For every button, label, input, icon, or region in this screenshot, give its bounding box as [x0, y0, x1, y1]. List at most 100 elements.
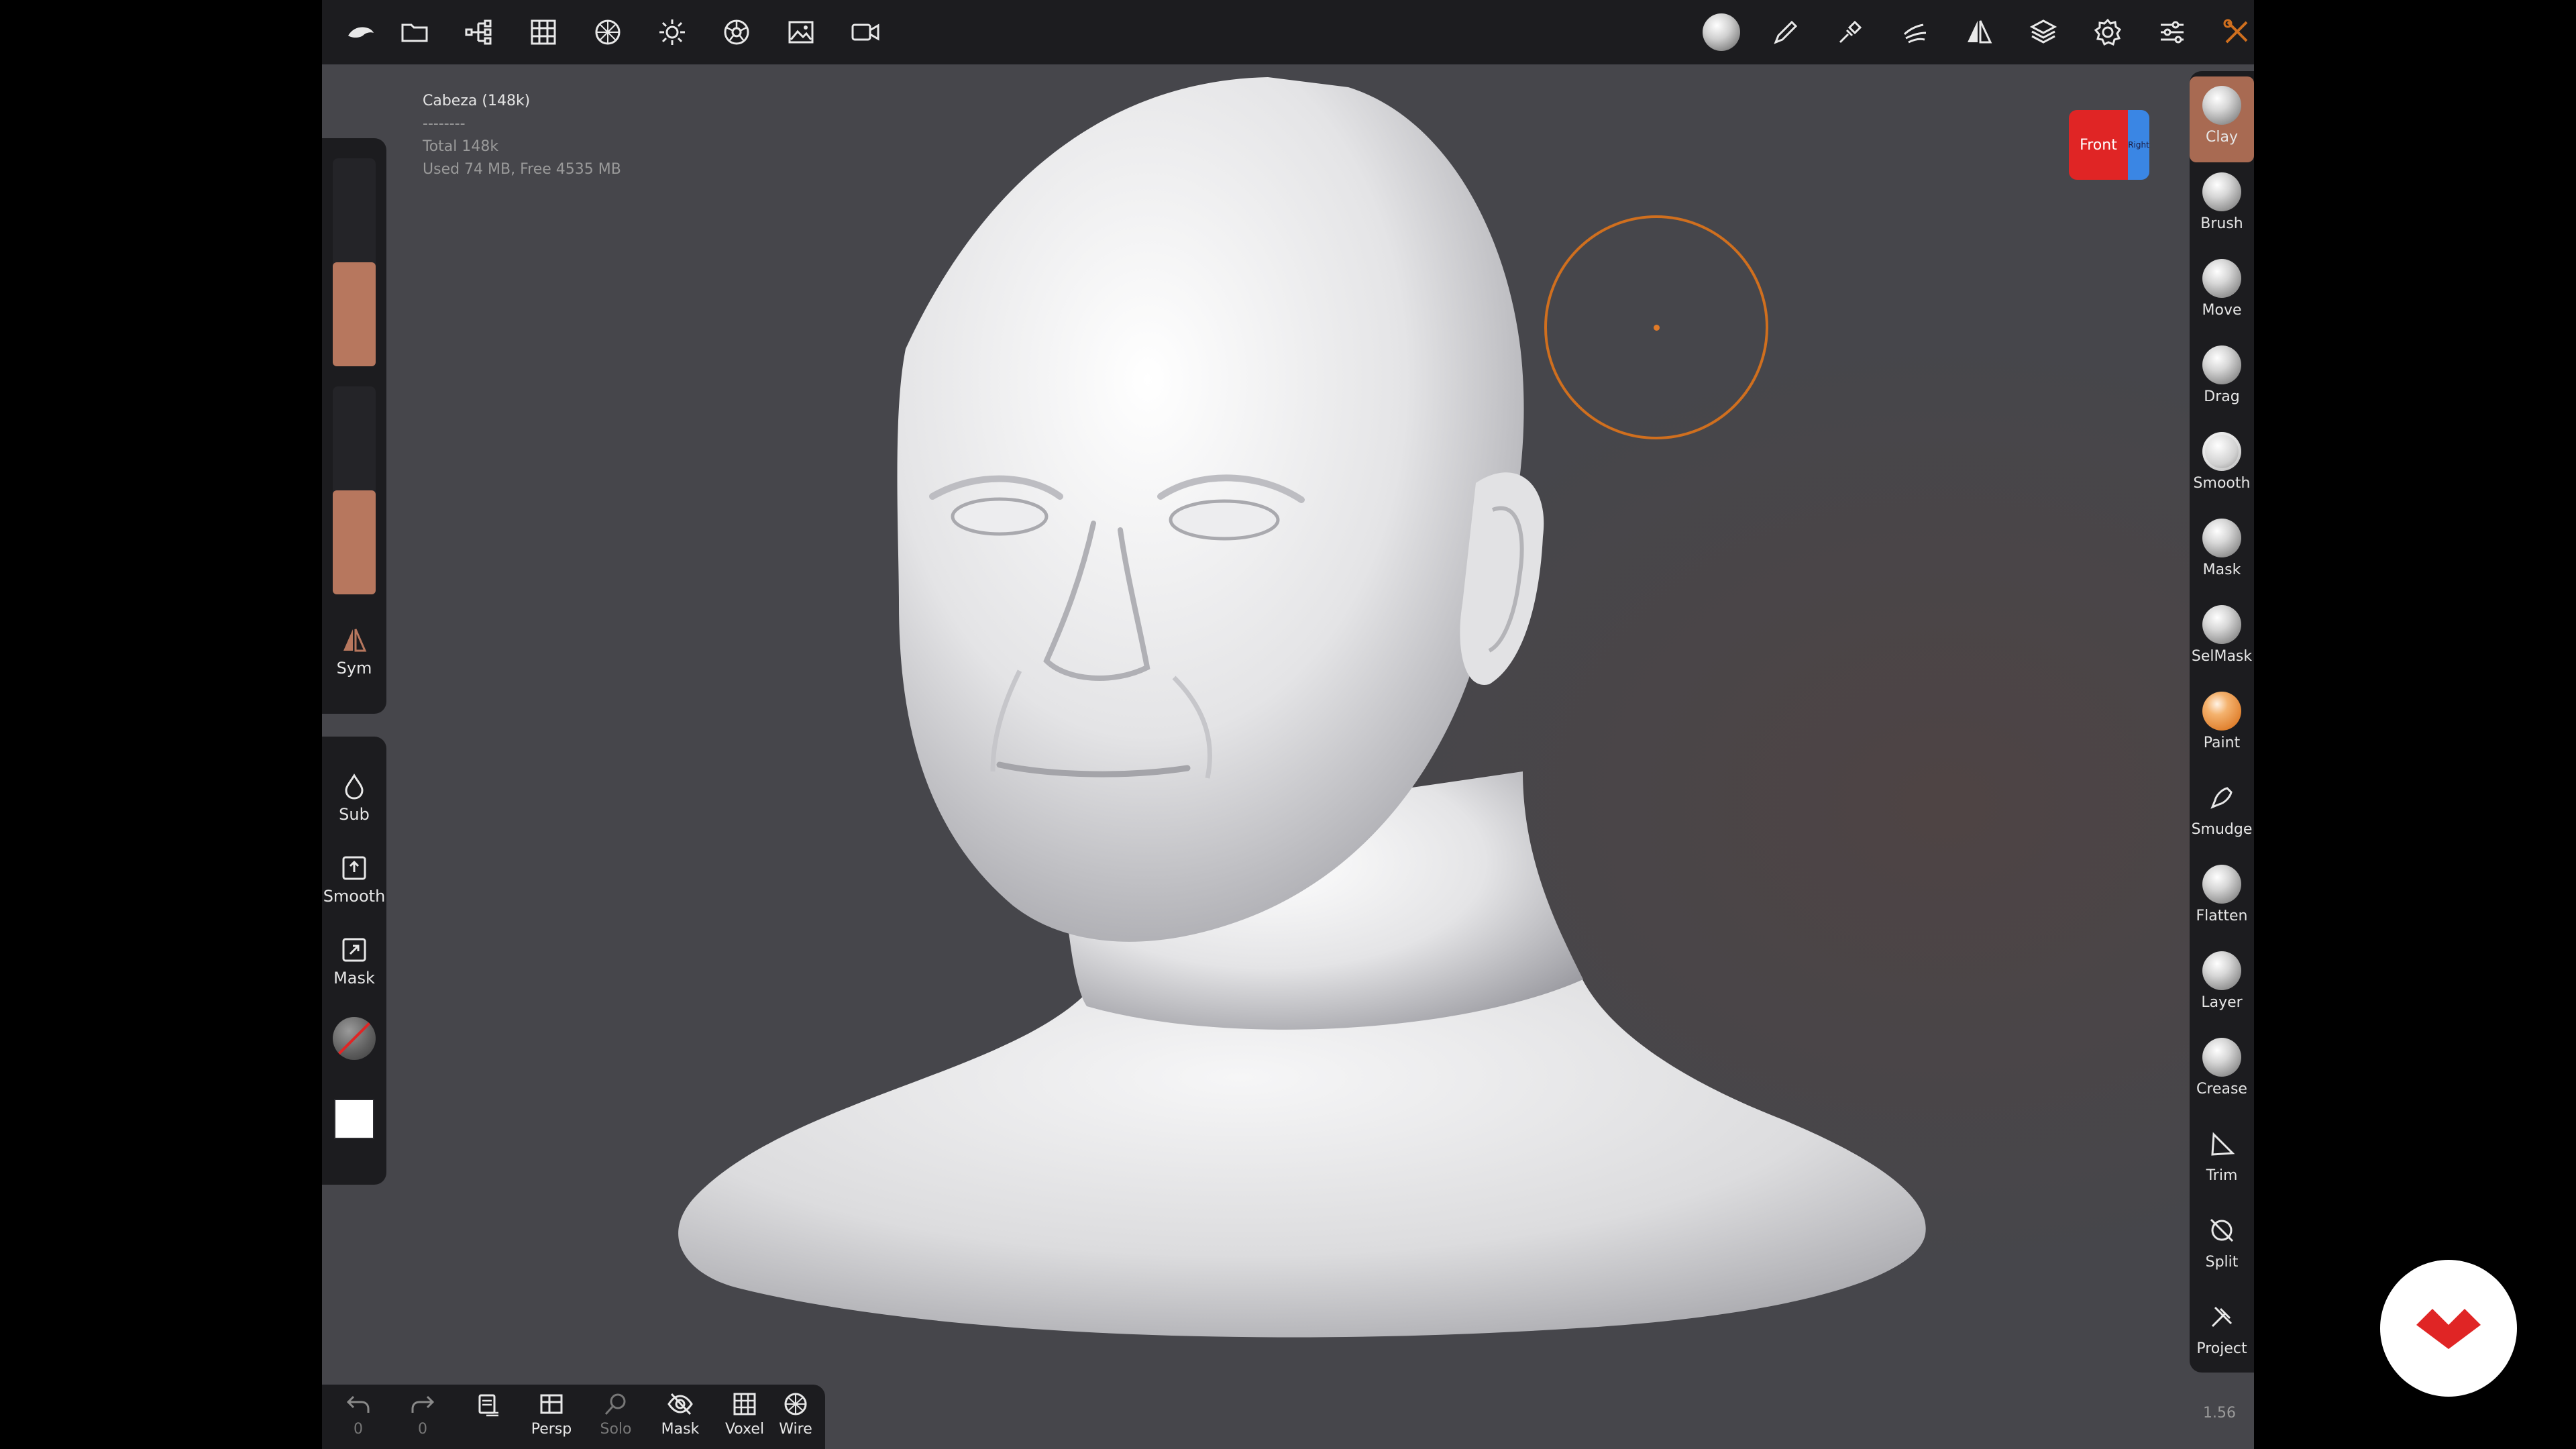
tool-mask[interactable]: Mask	[2190, 509, 2254, 595]
list-menu-icon	[478, 1394, 498, 1417]
eye-slash-icon	[667, 1393, 693, 1415]
object-name: Cabeza (148k)	[423, 93, 531, 109]
tool-label: Drag	[2204, 388, 2240, 405]
top-toolbar	[322, 0, 2254, 64]
tool-label: Smooth	[2193, 475, 2251, 492]
material-icon[interactable]	[716, 12, 757, 52]
settings-icon[interactable]	[2088, 12, 2128, 52]
search-icon	[604, 1393, 626, 1415]
wire-button[interactable]: Wire	[765, 1390, 826, 1449]
wire-label: Wire	[779, 1421, 812, 1438]
tool-brush[interactable]: Brush	[2190, 163, 2254, 249]
clay-icon	[2202, 86, 2241, 125]
tool-drag[interactable]: Drag	[2190, 336, 2254, 422]
selmask-icon	[2202, 605, 2241, 644]
tool-trim[interactable]: Trim	[2190, 1115, 2254, 1201]
mask-icon	[2202, 519, 2241, 557]
mask-toggle-label: Mask	[661, 1421, 700, 1438]
tool-panel: Clay Brush Move Drag Smooth Mask SelMask Paint S…	[2190, 71, 2254, 1373]
solo-button[interactable]: Solo	[585, 1390, 647, 1449]
intensity-slider-fill	[333, 490, 376, 594]
layers-icon[interactable]	[2023, 12, 2063, 52]
material-preview-icon[interactable]	[333, 1017, 376, 1060]
light-icon[interactable]	[652, 12, 692, 52]
redo-count: 0	[418, 1421, 427, 1438]
sym-label: Sym	[336, 659, 372, 678]
left-panel-actions: Sub Smooth Mask	[322, 737, 386, 1185]
nav-cube-front[interactable]: Front	[2069, 110, 2128, 180]
tool-project[interactable]: Project	[2190, 1288, 2254, 1374]
flatten-icon	[2202, 865, 2241, 904]
grid-icon[interactable]	[523, 12, 564, 52]
tool-label: Paint	[2203, 735, 2241, 751]
tool-label: Smudge	[2191, 821, 2253, 838]
smooth-button[interactable]: Smooth	[322, 853, 386, 906]
upload-box-icon	[342, 856, 366, 880]
mask-label: Mask	[333, 969, 375, 987]
left-panel-brush: Sym	[322, 138, 386, 714]
brush-cursor	[1544, 215, 1768, 439]
nomad-sculpt-app: Cabeza (148k) -------- Total 148k Used 7…	[322, 0, 2254, 1449]
tool-label: SelMask	[2191, 648, 2253, 665]
tool-clay[interactable]: Clay	[2190, 76, 2254, 162]
tools-icon[interactable]	[2216, 12, 2254, 52]
nav-cube-right[interactable]: Right	[2128, 110, 2149, 180]
background-image-icon[interactable]	[781, 12, 821, 52]
radius-slider[interactable]	[333, 158, 376, 366]
layer-icon	[2202, 951, 2241, 990]
menu-button[interactable]	[456, 1390, 518, 1449]
tool-label: Project	[2196, 1340, 2247, 1357]
scene-tree-icon[interactable]	[459, 12, 499, 52]
tool-label: Mask	[2202, 561, 2241, 578]
mask-button[interactable]: Mask	[322, 935, 386, 987]
radius-slider-fill	[333, 262, 376, 366]
tool-layer[interactable]: Layer	[2190, 942, 2254, 1028]
material-sphere-icon[interactable]	[1701, 12, 1741, 52]
mask-visibility-button[interactable]: Mask	[649, 1390, 711, 1449]
tool-label: Crease	[2196, 1081, 2247, 1097]
topology-icon[interactable]	[588, 12, 628, 52]
nav-cube[interactable]: Front Right	[2069, 110, 2149, 180]
sym-button[interactable]: Sym	[322, 625, 386, 678]
sliders-icon[interactable]	[2152, 12, 2192, 52]
tool-crease[interactable]: Crease	[2190, 1028, 2254, 1114]
sub-button[interactable]: Sub	[322, 771, 386, 824]
undo-button[interactable]: 0	[327, 1390, 389, 1449]
folder-icon[interactable]	[394, 12, 435, 52]
sub-label: Sub	[339, 805, 370, 824]
tool-move[interactable]: Move	[2190, 250, 2254, 335]
channel-logo[interactable]	[2380, 1260, 2517, 1397]
tool-smooth[interactable]: Smooth	[2190, 423, 2254, 508]
symmetry-icon[interactable]	[1959, 12, 1999, 52]
scene-info: Cabeza (148k) -------- Total 148k Used 7…	[423, 90, 621, 181]
tool-label: Brush	[2200, 215, 2243, 232]
drop-icon	[345, 773, 364, 800]
bottom-toolbar: 0 0 Persp Solo Mask Voxel Wire	[322, 1385, 825, 1449]
tool-smudge[interactable]: Smudge	[2190, 769, 2254, 855]
redo-button[interactable]: 0	[392, 1390, 453, 1449]
tool-flatten[interactable]: Flatten	[2190, 855, 2254, 941]
pick-icon[interactable]	[1830, 12, 1870, 52]
undo-count: 0	[354, 1421, 363, 1438]
tool-label: Move	[2202, 302, 2242, 319]
voxel-label: Voxel	[724, 1421, 765, 1438]
trim-icon	[2202, 1124, 2241, 1163]
info-separator: --------	[423, 115, 466, 132]
tool-label: Flatten	[2196, 908, 2248, 924]
viewport-3d[interactable]	[322, 0, 2254, 1449]
color-swatch[interactable]	[334, 1099, 374, 1139]
brush-icon	[2202, 172, 2241, 211]
zoom-level: 1.56	[2203, 1405, 2236, 1421]
tool-selmask[interactable]: SelMask	[2190, 596, 2254, 682]
persp-button[interactable]: Persp	[521, 1390, 582, 1449]
total-polycount: Total 148k	[423, 138, 499, 155]
video-icon[interactable]	[845, 12, 885, 52]
tool-paint[interactable]: Paint	[2190, 682, 2254, 768]
app-logo-icon[interactable]	[341, 12, 381, 52]
intensity-slider[interactable]	[333, 386, 376, 594]
voxel-grid-icon	[733, 1393, 756, 1415]
paint-pen-icon[interactable]	[1766, 12, 1806, 52]
tool-split[interactable]: Split	[2190, 1201, 2254, 1287]
hand-icon[interactable]	[1894, 12, 1935, 52]
paint-icon	[2202, 692, 2241, 731]
